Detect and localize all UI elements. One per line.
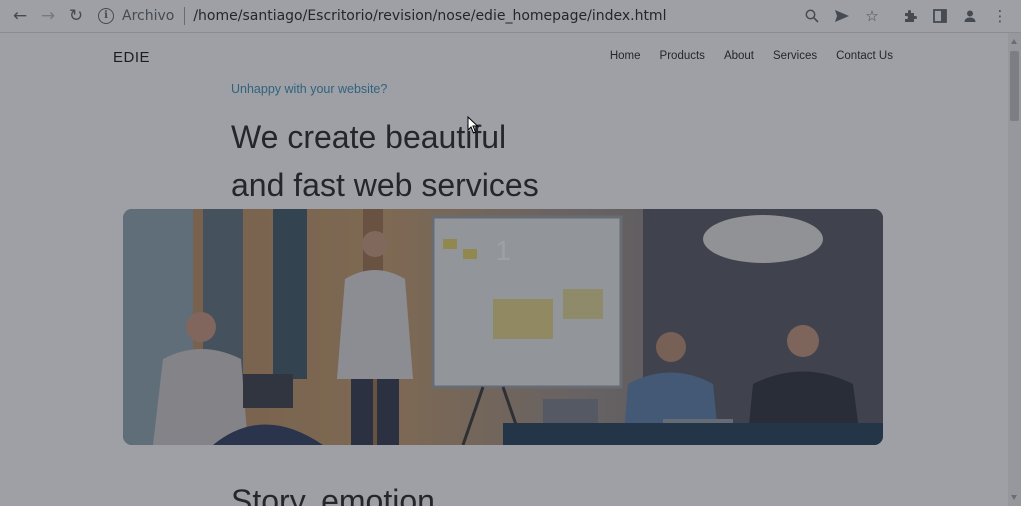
hero-eyebrow: Unhappy with your website? xyxy=(231,82,388,96)
scroll-down-icon[interactable] xyxy=(1011,495,1017,500)
hero-slider[interactable]: 1 xyxy=(123,209,883,445)
profile-icon[interactable] xyxy=(955,2,985,30)
headline-line-1: We create beautiful xyxy=(231,119,507,155)
address-separator xyxy=(184,7,186,25)
extensions-icon[interactable] xyxy=(895,2,925,30)
hero-headline: We create beautiful and fast web service… xyxy=(231,113,539,209)
nav-contact[interactable]: Contact Us xyxy=(836,50,893,62)
info-icon[interactable]: i xyxy=(98,8,114,24)
zoom-icon[interactable] xyxy=(797,2,827,30)
scroll-thumb[interactable] xyxy=(1010,51,1019,121)
address-bar[interactable]: i Archivo /home/santiago/Escritorio/revi… xyxy=(98,2,797,30)
reload-icon[interactable]: ↻ xyxy=(62,2,90,30)
page-viewport: EDIE Home Products About Services Contac… xyxy=(0,33,1008,506)
nav-about[interactable]: About xyxy=(724,50,754,62)
star-icon[interactable]: ☆ xyxy=(857,2,887,30)
nav-home[interactable]: Home xyxy=(610,50,641,62)
menu-icon[interactable]: ⋮ xyxy=(985,2,1015,30)
nav-services[interactable]: Services xyxy=(773,50,817,62)
scheme-label: Archivo xyxy=(122,8,175,24)
nav-products[interactable]: Products xyxy=(660,50,705,62)
send-icon[interactable] xyxy=(827,2,857,30)
headline-line-2: and fast web services xyxy=(231,167,539,203)
browser-toolbar: ← → ↻ i Archivo /home/santiago/Escritori… xyxy=(0,0,1021,33)
page-scrollbar[interactable] xyxy=(1008,33,1021,506)
url-text[interactable]: /home/santiago/Escritorio/revision/nose/… xyxy=(193,8,666,24)
site-nav: Home Products About Services Contact Us xyxy=(610,50,893,62)
sidebar-icon[interactable] xyxy=(925,2,955,30)
slide-number: 1 xyxy=(495,235,511,266)
forward-icon[interactable]: → xyxy=(34,2,62,30)
scroll-up-icon[interactable] xyxy=(1011,39,1017,44)
mouse-cursor-icon xyxy=(467,116,479,134)
site-logo[interactable]: EDIE xyxy=(113,49,150,66)
back-icon[interactable]: ← xyxy=(6,2,34,30)
section-title: Story, emotion xyxy=(231,483,435,506)
